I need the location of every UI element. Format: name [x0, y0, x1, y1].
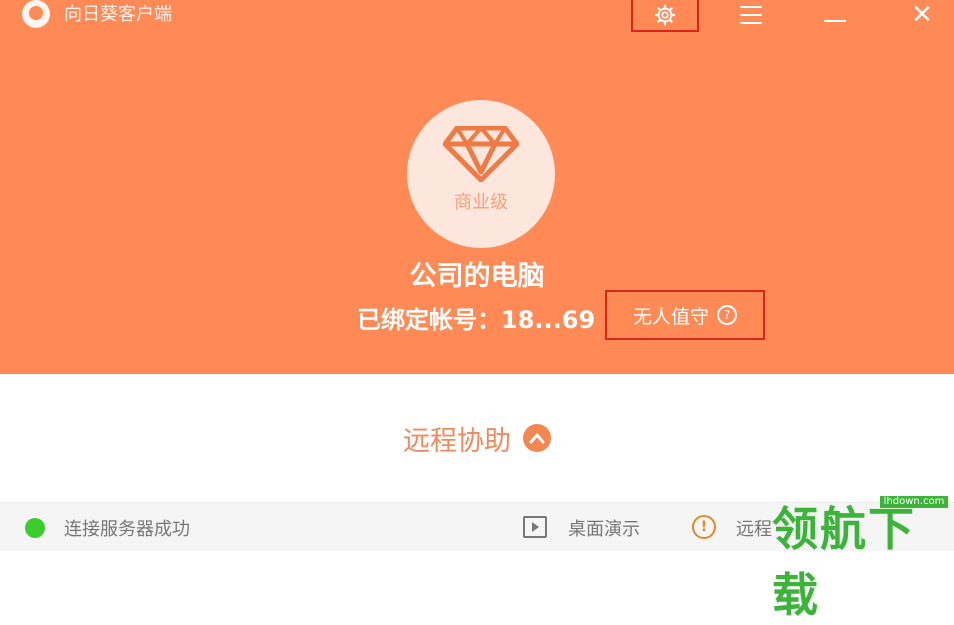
- bound-account: 已绑定帐号：18...69: [357, 306, 596, 334]
- title-bar: 向日葵客户端 ✕: [0, 0, 954, 34]
- close-icon: ✕: [911, 0, 933, 30]
- license-level: 商业级: [454, 192, 508, 213]
- settings-button[interactable]: [631, 0, 699, 32]
- desktop-demo-icon[interactable]: [523, 516, 547, 538]
- hamburger-icon: [740, 6, 762, 24]
- diamond-icon: [443, 126, 519, 182]
- help-icon[interactable]: ?: [717, 305, 737, 325]
- menu-button[interactable]: [732, 0, 770, 30]
- remote-assist-label: 远程协助: [403, 425, 511, 457]
- remote-status-icon[interactable]: !: [692, 515, 716, 539]
- close-button[interactable]: ✕: [903, 0, 941, 30]
- remote-status-button[interactable]: 远程: [736, 515, 772, 541]
- connection-status-icon: [25, 518, 45, 538]
- minimize-icon: [824, 20, 846, 22]
- desktop-demo-button[interactable]: 桌面演示: [568, 515, 640, 541]
- app-logo-icon: [22, 0, 50, 28]
- watermark-logo: 领航下载: [772, 502, 916, 622]
- chevron-up-icon: [523, 424, 551, 452]
- device-name: 公司的电脑: [409, 261, 545, 292]
- header-panel: 向日葵客户端 ✕ 商业级 公司的电脑 已绑定帐号：18...69 无人值守 ?: [0, 0, 954, 374]
- watermark-url: lhdown.com: [880, 496, 948, 508]
- app-title: 向日葵客户端: [64, 4, 172, 25]
- remote-assist-toggle[interactable]: 远程协助: [0, 418, 954, 458]
- unattended-label: 无人值守: [632, 305, 709, 328]
- minimize-button[interactable]: [816, 0, 854, 30]
- gear-icon: [654, 4, 676, 26]
- unattended-button[interactable]: 无人值守 ?: [605, 290, 765, 340]
- connection-status: 连接服务器成功: [64, 519, 190, 540]
- license-badge: 商业级: [407, 100, 555, 248]
